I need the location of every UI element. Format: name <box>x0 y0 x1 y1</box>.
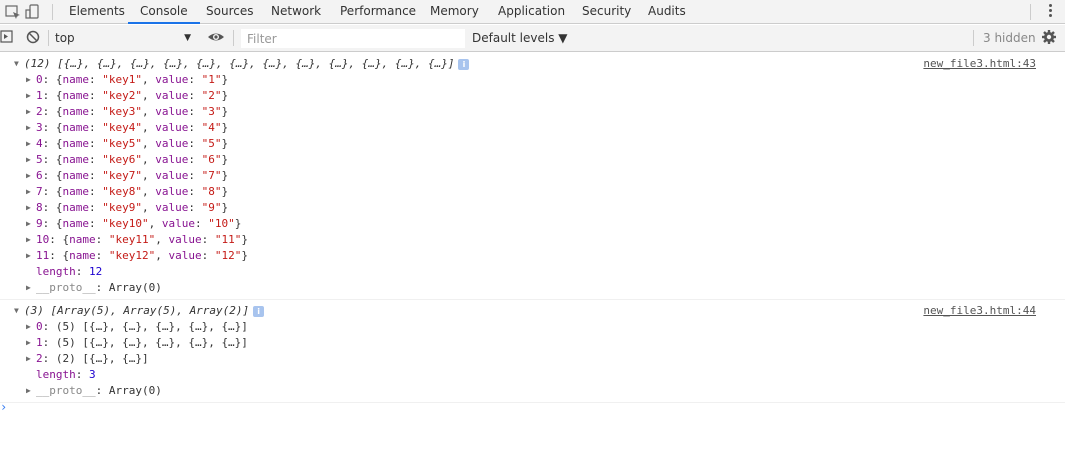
collapsed-triangle-icon[interactable]: ▶ <box>26 248 36 264</box>
console-settings-gear-icon[interactable] <box>1041 29 1059 47</box>
console-message: new_file3.html:43 ▼ (12) [{…}, {…}, {…}, … <box>0 53 1065 300</box>
array-length: length: 12 <box>36 265 103 278</box>
context-selector[interactable]: top ▼ <box>55 29 195 47</box>
collapsed-triangle-icon[interactable]: ▶ <box>26 383 36 399</box>
collapsed-triangle-icon[interactable]: ▶ <box>26 351 36 367</box>
info-icon: i <box>458 58 470 70</box>
hidden-count: 3 hidden <box>983 31 1036 45</box>
filter-input[interactable] <box>241 29 465 48</box>
collapsed-triangle-icon[interactable]: ▶ <box>26 232 36 248</box>
toolbar-divider-2 <box>233 30 234 46</box>
array-proto[interactable]: ▶ __proto__: Array(0) <box>0 383 1065 399</box>
live-expression-eye-icon[interactable] <box>207 29 225 47</box>
more-options-icon[interactable] <box>1049 4 1053 19</box>
log-levels-dropdown[interactable]: Default levels ▼ <box>472 29 568 47</box>
collapsed-triangle-icon[interactable]: ▶ <box>26 168 36 184</box>
collapsed-triangle-icon[interactable]: ▶ <box>26 280 36 296</box>
toolbar-divider-3 <box>973 30 974 46</box>
info-icon: i <box>253 305 265 317</box>
context-label: top <box>55 31 75 45</box>
list-item[interactable]: ▶ 4: {name: "key5", value: "5"} <box>0 136 1065 152</box>
tab-sources[interactable]: Sources <box>206 0 253 23</box>
dropdown-arrow-icon: ▼ <box>184 33 191 43</box>
tab-elements[interactable]: Elements <box>69 0 125 23</box>
collapsed-triangle-icon[interactable]: ▶ <box>26 104 36 120</box>
clear-console-icon[interactable] <box>26 29 44 47</box>
collapsed-triangle-icon[interactable]: ▶ <box>26 335 36 351</box>
device-toolbar-icon[interactable] <box>24 3 42 21</box>
devtools-tabbar: Elements Console Sources Network Perform… <box>0 0 1065 24</box>
collapsed-triangle-icon[interactable]: ▶ <box>26 184 36 200</box>
list-item[interactable]: ▶ 1: (5) [{…}, {…}, {…}, {…}, {…}] <box>0 335 1065 351</box>
tabbar-divider <box>52 4 53 20</box>
toolbar-divider <box>48 30 49 46</box>
show-sidebar-icon[interactable] <box>0 29 18 47</box>
collapsed-triangle-icon[interactable]: ▶ <box>26 72 36 88</box>
array-summary[interactable]: ▼ (12) [{…}, {…}, {…}, {…}, {…}, {…}, {…}… <box>0 56 1065 72</box>
array-summary[interactable]: ▼ (3) [Array(5), Array(5), Array(2)] i <box>0 303 1065 319</box>
tab-network[interactable]: Network <box>271 0 321 23</box>
collapsed-triangle-icon[interactable]: ▶ <box>26 319 36 335</box>
console-toolbar: top ▼ Default levels ▼ 3 hidden <box>0 25 1065 52</box>
collapsed-triangle-icon[interactable]: ▶ <box>26 120 36 136</box>
list-item[interactable]: ▶ 8: {name: "key9", value: "9"} <box>0 200 1065 216</box>
list-item[interactable]: ▶ 2: (2) [{…}, {…}] <box>0 351 1065 367</box>
list-item[interactable]: ▶ 1: {name: "key2", value: "2"} <box>0 88 1065 104</box>
list-item[interactable]: ▶ 5: {name: "key6", value: "6"} <box>0 152 1065 168</box>
collapsed-triangle-icon[interactable]: ▶ <box>26 88 36 104</box>
tabbar-divider-right <box>1030 4 1031 20</box>
array-summary-text: (3) [Array(5), Array(5), Array(2)] <box>24 304 250 317</box>
expand-triangle-icon[interactable]: ▼ <box>14 56 24 72</box>
list-item[interactable]: ▶ 11: {name: "key12", value: "12"} <box>0 248 1065 264</box>
list-item[interactable]: ▶ 9: {name: "key10", value: "10"} <box>0 216 1065 232</box>
tab-application[interactable]: Application <box>498 0 565 23</box>
list-item[interactable]: ▶ 7: {name: "key8", value: "8"} <box>0 184 1065 200</box>
list-item[interactable]: ▶ 0: {name: "key1", value: "1"} <box>0 72 1065 88</box>
collapsed-triangle-icon[interactable]: ▶ <box>26 152 36 168</box>
array-length: length: 3 <box>36 368 96 381</box>
list-item[interactable]: ▶ 6: {name: "key7", value: "7"} <box>0 168 1065 184</box>
collapsed-triangle-icon[interactable]: ▶ <box>26 136 36 152</box>
array-summary-text: (12) [{…}, {…}, {…}, {…}, {…}, {…}, {…},… <box>24 57 455 70</box>
tab-audits[interactable]: Audits <box>648 0 686 23</box>
tab-console[interactable]: Console <box>128 0 200 24</box>
list-item[interactable]: ▶ 0: (5) [{…}, {…}, {…}, {…}, {…}] <box>0 319 1065 335</box>
console-message: new_file3.html:44 ▼ (3) [Array(5), Array(… <box>0 300 1065 403</box>
console-prompt-icon[interactable]: › <box>0 400 7 414</box>
tab-security[interactable]: Security <box>582 0 631 23</box>
array-proto[interactable]: ▶ __proto__: Array(0) <box>0 280 1065 296</box>
expand-triangle-icon[interactable]: ▼ <box>14 303 24 319</box>
list-item[interactable]: ▶ 2: {name: "key3", value: "3"} <box>0 104 1065 120</box>
tab-performance[interactable]: Performance <box>340 0 416 23</box>
list-item[interactable]: ▶ 3: {name: "key4", value: "4"} <box>0 120 1065 136</box>
inspect-element-icon[interactable] <box>4 3 22 21</box>
tab-memory[interactable]: Memory <box>430 0 479 23</box>
console-output: new_file3.html:43 ▼ (12) [{…}, {…}, {…}, … <box>0 53 1065 403</box>
list-item[interactable]: ▶ 10: {name: "key11", value: "11"} <box>0 232 1065 248</box>
collapsed-triangle-icon[interactable]: ▶ <box>26 216 36 232</box>
collapsed-triangle-icon[interactable]: ▶ <box>26 200 36 216</box>
